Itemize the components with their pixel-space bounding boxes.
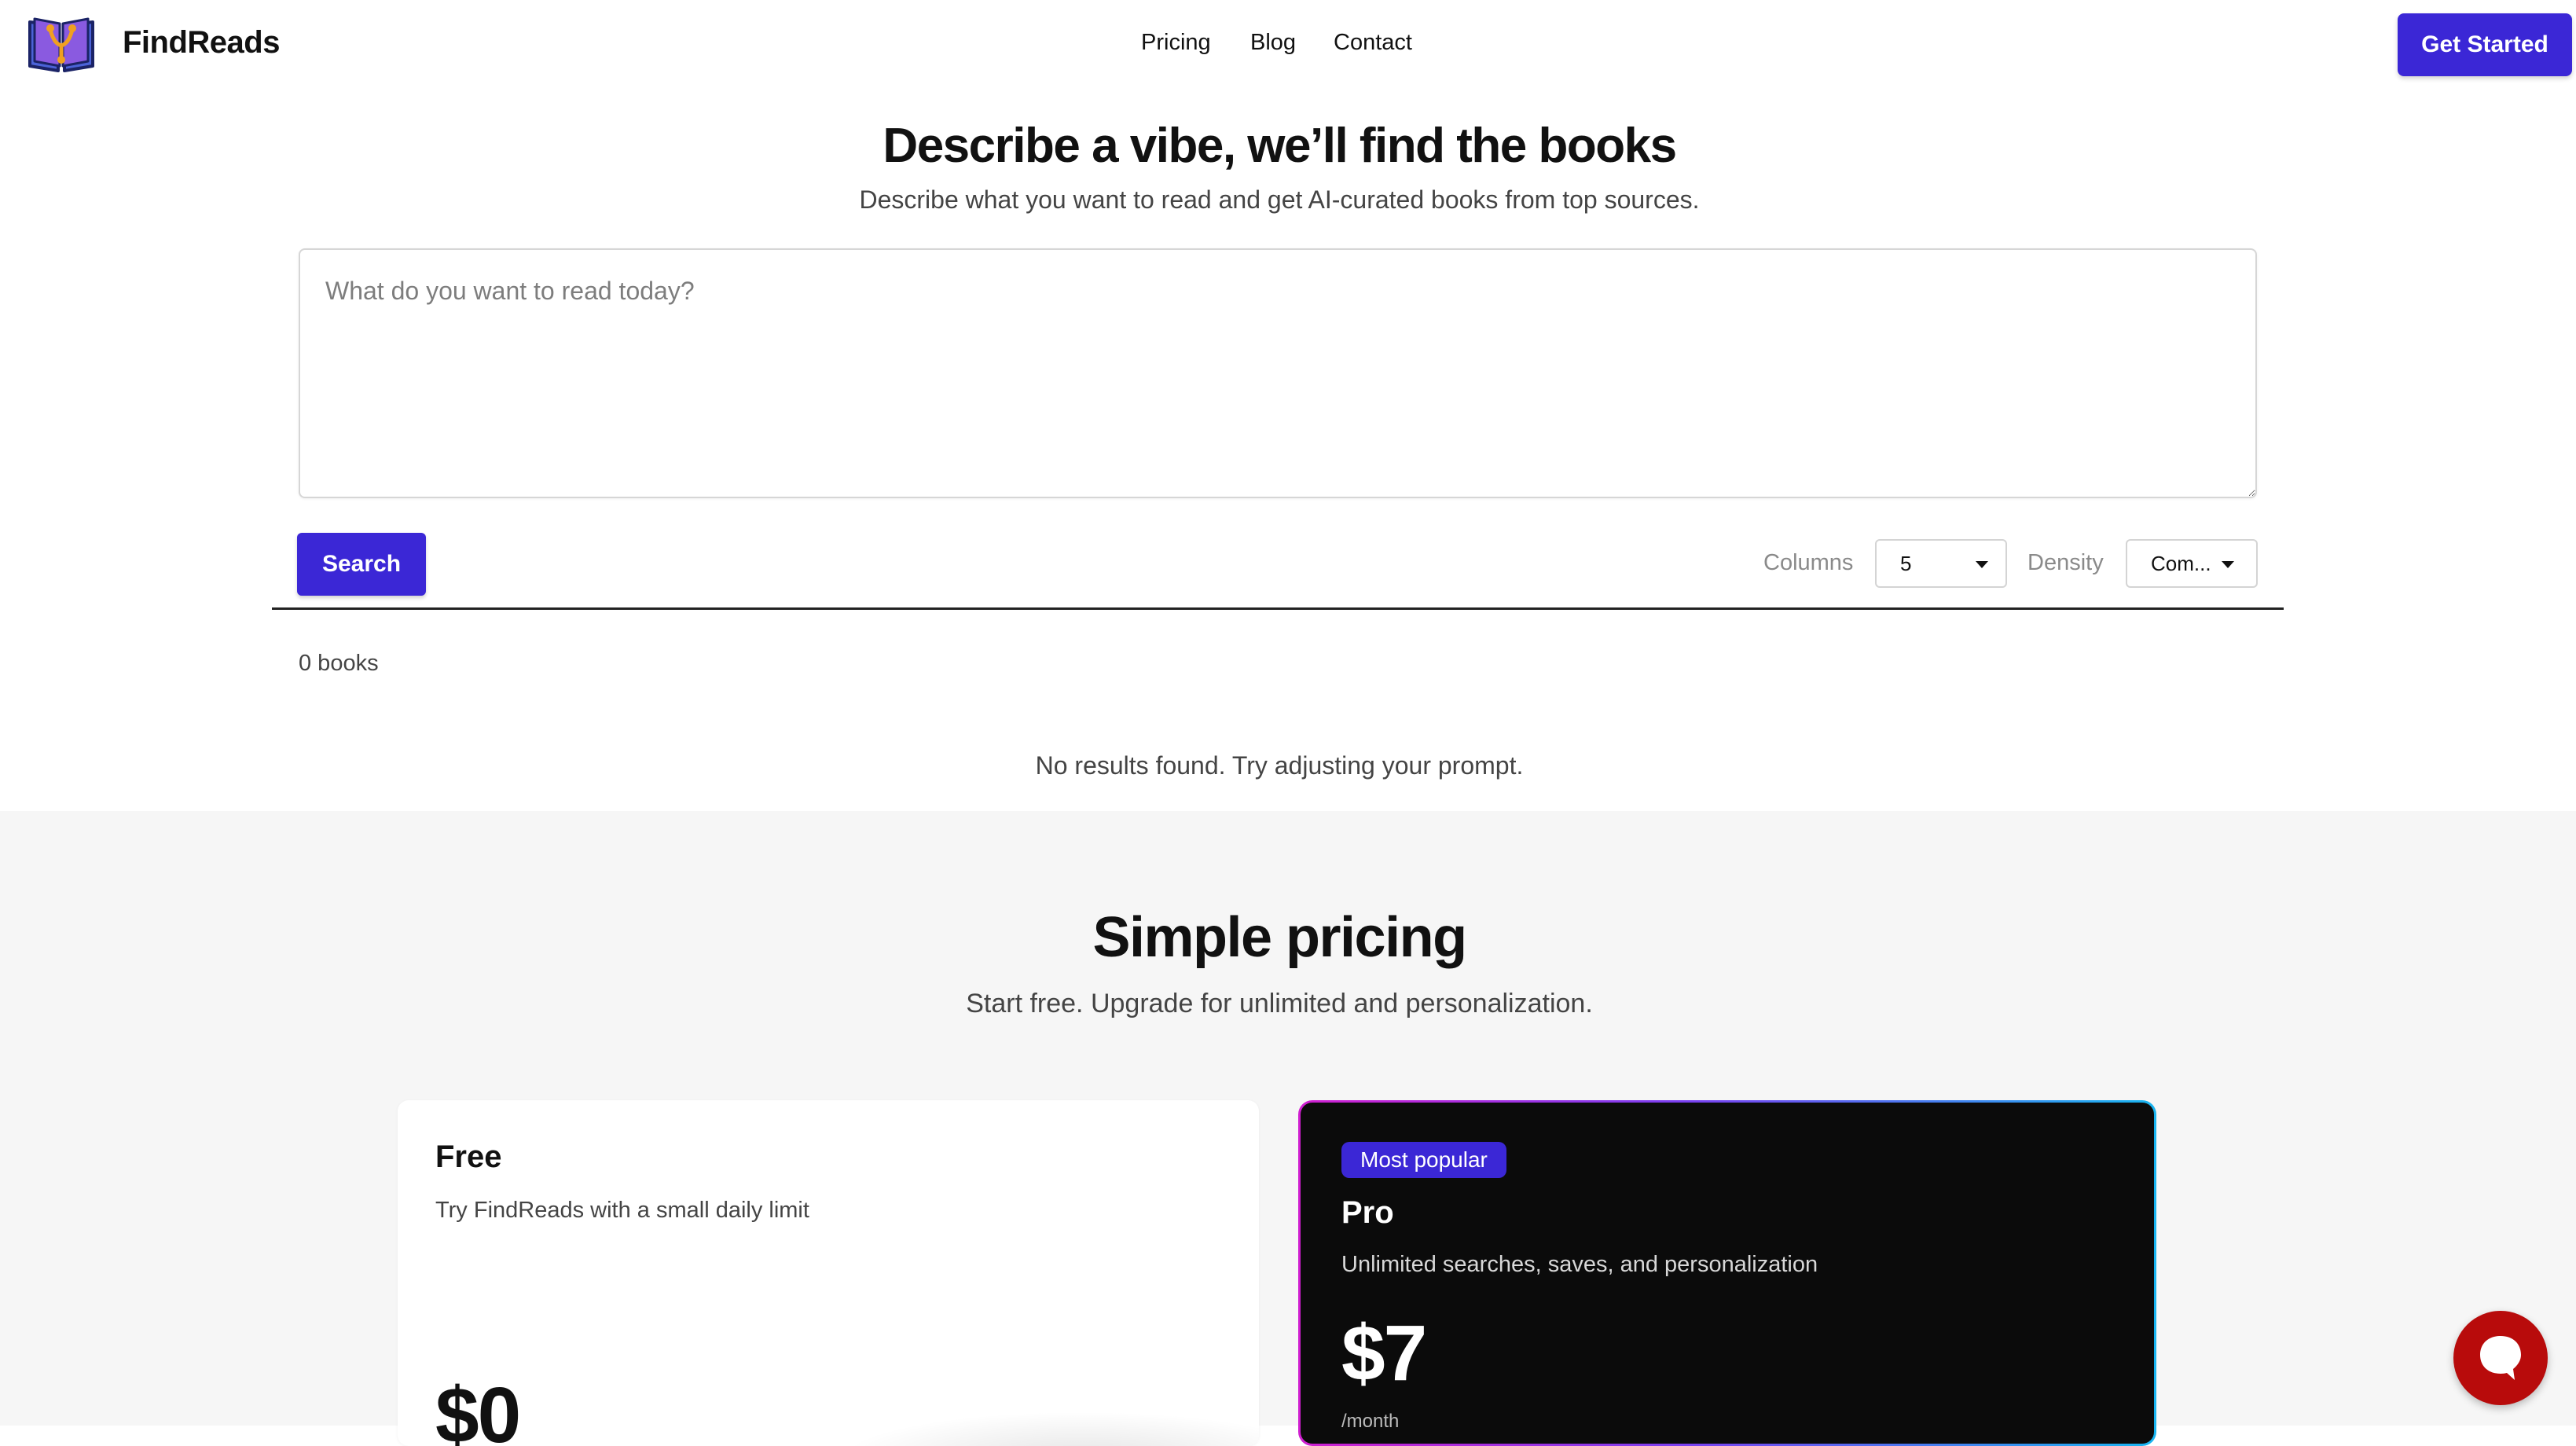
- card-shadow: [838, 1411, 1259, 1446]
- plan-name: Pro: [1341, 1195, 1394, 1230]
- results-divider: [272, 607, 2284, 610]
- get-started-button[interactable]: Get Started: [2398, 13, 2572, 76]
- pricing-section: Simple pricing Start free. Upgrade for u…: [0, 811, 2576, 1446]
- main-nav: Pricing Blog Contact: [0, 30, 2576, 61]
- plan-period: /month: [1341, 1411, 1400, 1432]
- plan-description: Unlimited searches, saves, and personali…: [1341, 1252, 1818, 1277]
- chevron-down-icon: [1976, 561, 1988, 568]
- nav-link-pricing[interactable]: Pricing: [1141, 30, 1211, 56]
- plan-card-pro: Most popular Pro Unlimited searches, sav…: [1298, 1100, 2156, 1446]
- columns-select-value: 5: [1900, 552, 1912, 575]
- pricing-title: Simple pricing: [1092, 906, 1467, 969]
- pricing-subtitle: Start free. Upgrade for unlimited and pe…: [966, 989, 1593, 1018]
- plan-price: $7: [1341, 1309, 1427, 1397]
- plan-card-pro-body: Most popular Pro Unlimited searches, sav…: [1301, 1103, 2154, 1444]
- search-button[interactable]: Search: [297, 533, 426, 596]
- columns-select[interactable]: 5: [1875, 539, 2007, 588]
- chevron-down-icon: [2222, 561, 2234, 568]
- density-select[interactable]: Com...: [2126, 539, 2258, 588]
- prompt-input[interactable]: [299, 248, 2257, 498]
- columns-label: Columns: [1763, 550, 1854, 575]
- result-count: 0 books: [299, 651, 379, 676]
- density-select-value: Com...: [2151, 552, 2211, 575]
- chat-launcher-button[interactable]: [2453, 1311, 2548, 1405]
- plan-price: $0: [435, 1371, 521, 1446]
- plan-card-free: Free Try FindReads with a small daily li…: [398, 1100, 1259, 1446]
- plan-name: Free: [435, 1140, 502, 1174]
- density-label: Density: [2027, 550, 2104, 575]
- empty-state-message: No results found. Try adjusting your pro…: [1035, 751, 1524, 780]
- nav-link-contact[interactable]: Contact: [1334, 30, 1412, 56]
- page-subtitle: Describe what you want to read and get A…: [859, 185, 1700, 214]
- plan-description: Try FindReads with a small daily limit: [435, 1198, 809, 1223]
- nav-link-blog[interactable]: Blog: [1250, 30, 1296, 56]
- chat-bubble-icon: [2480, 1336, 2521, 1380]
- site-header: FindReads Pricing Blog Contact Get Start…: [0, 0, 2576, 88]
- page-title: Describe a vibe, we’ll find the books: [883, 119, 1677, 173]
- most-popular-badge: Most popular: [1341, 1142, 1506, 1178]
